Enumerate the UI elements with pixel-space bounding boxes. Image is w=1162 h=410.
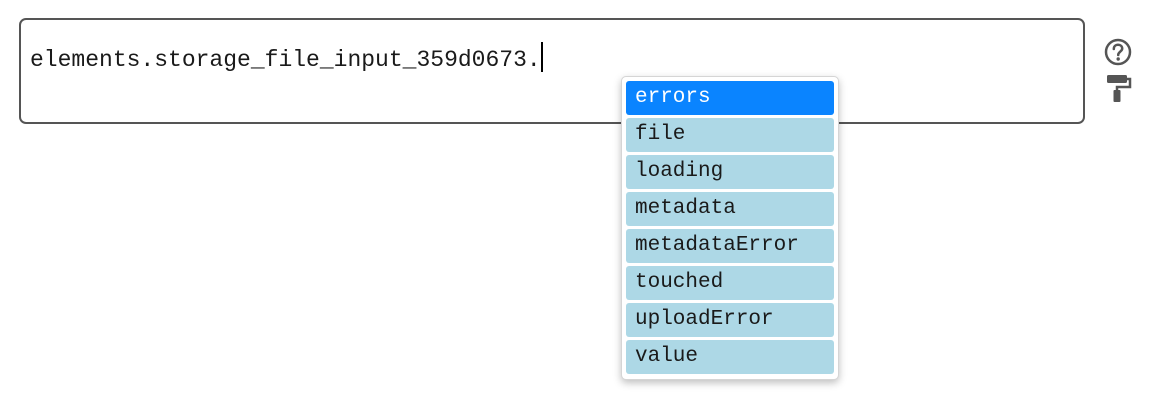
code-editor[interactable]: elements.storage_file_input_359d0673. <box>19 18 1085 124</box>
autocomplete-item-file[interactable]: file <box>626 118 834 152</box>
autocomplete-item-uploaderror[interactable]: uploadError <box>626 303 834 337</box>
autocomplete-dropdown: errors file loading metadata metadataErr… <box>621 76 839 380</box>
code-line[interactable]: elements.storage_file_input_359d0673. <box>30 42 543 74</box>
autocomplete-item-loading[interactable]: loading <box>626 155 834 189</box>
autocomplete-item-metadata[interactable]: metadata <box>626 192 834 226</box>
code-text: elements.storage_file_input_359d0673. <box>30 47 541 73</box>
paint-roller-icon[interactable] <box>1102 72 1134 104</box>
text-caret <box>540 42 543 72</box>
autocomplete-item-metadataerror[interactable]: metadataError <box>626 229 834 263</box>
autocomplete-item-errors[interactable]: errors <box>626 81 834 115</box>
help-icon[interactable] <box>1102 36 1134 68</box>
autocomplete-item-value[interactable]: value <box>626 340 834 374</box>
editor-side-toolbar <box>1102 36 1136 108</box>
autocomplete-item-touched[interactable]: touched <box>626 266 834 300</box>
